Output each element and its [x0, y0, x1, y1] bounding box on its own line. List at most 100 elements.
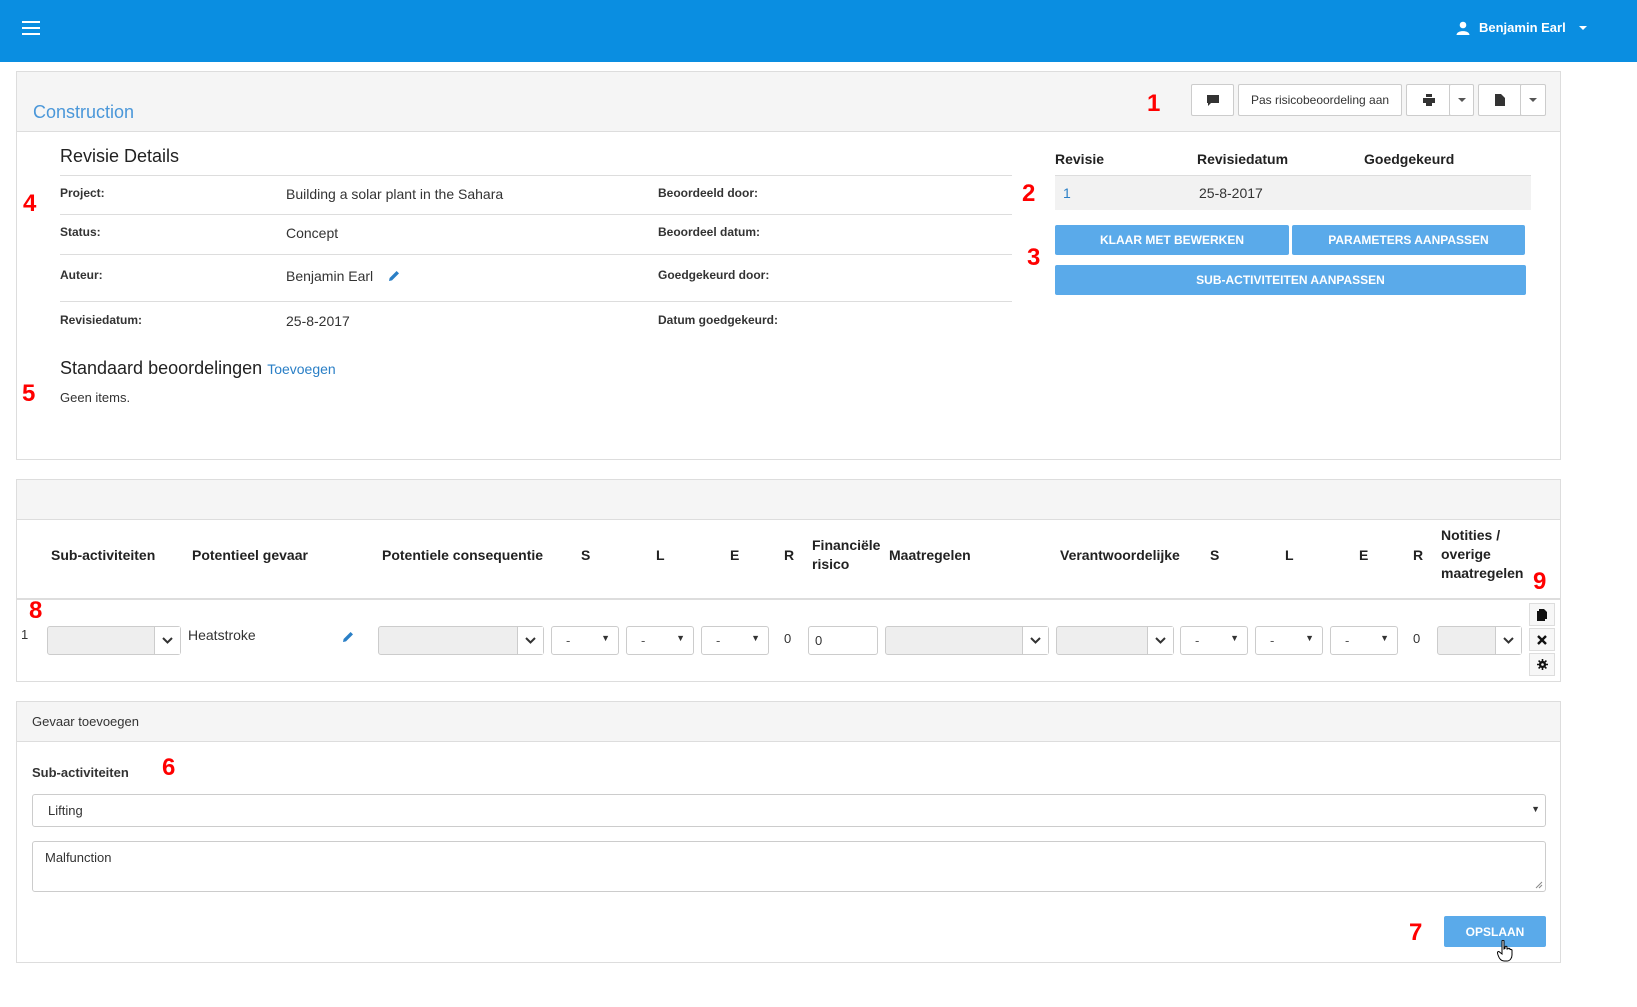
divider	[60, 254, 1012, 255]
beoordeeld-door-label: Beoordeeld door:	[658, 186, 759, 200]
print-button[interactable]	[1406, 84, 1451, 116]
sub-activity-dropdown[interactable]: Lifting ▼	[32, 794, 1546, 827]
divider	[60, 175, 1012, 176]
l-header: L	[656, 547, 665, 563]
verantwoordelijke-header: Verantwoordelijke	[1060, 547, 1180, 563]
financiele-risico-header: Financiële risico	[812, 536, 880, 574]
parameters-aanpassen-button[interactable]: PARAMETERS AANPASSEN	[1292, 225, 1525, 255]
document-button[interactable]	[1478, 84, 1522, 116]
chevron-down-icon	[162, 637, 173, 644]
annotation-8: 8	[29, 597, 43, 624]
goedgekeurd-header: Goedgekeurd	[1364, 151, 1455, 167]
print-options-dropdown[interactable]	[1449, 84, 1474, 116]
consequence-select[interactable]	[378, 626, 544, 655]
user-menu[interactable]: Benjamin Earl	[1456, 20, 1587, 35]
dropdown-arrow-icon: ▼	[676, 633, 685, 643]
measures-select[interactable]	[885, 626, 1049, 655]
chevron-down-icon	[1457, 98, 1466, 102]
save-button[interactable]: OPSLAAN	[1444, 916, 1546, 947]
r2-header: R	[1413, 547, 1424, 563]
revisie-header: Revisie	[1055, 151, 1105, 167]
user-icon	[1456, 21, 1470, 35]
e-select-value: -	[716, 633, 721, 648]
hazard-value: Heatstroke	[188, 627, 256, 643]
e2-select[interactable]: - ▼	[1330, 626, 1398, 655]
s-select[interactable]: - ▼	[551, 626, 619, 655]
header-divider	[17, 598, 1560, 600]
r-value: 0	[784, 631, 792, 646]
revision-panel: Construction Pas risicobeoordeling aan 1…	[16, 71, 1561, 460]
sub-activiteiten-aanpassen-button[interactable]: SUB-ACTIVITEITEN AANPASSEN	[1055, 265, 1526, 295]
e-header: E	[730, 547, 740, 563]
goedgekeurd-door-label: Goedgekeurd door:	[658, 268, 770, 282]
e-select[interactable]: - ▼	[701, 626, 769, 655]
document-options-dropdown[interactable]	[1520, 84, 1546, 116]
dropdown-arrow-icon: ▼	[751, 633, 760, 643]
row-settings-button[interactable]	[1529, 653, 1555, 676]
r-header: R	[784, 547, 795, 563]
beoordeel-datum-label: Beoordeel datum:	[658, 225, 761, 239]
l-select[interactable]: - ▼	[626, 626, 694, 655]
annotation-6: 6	[162, 754, 176, 781]
comment-button[interactable]	[1191, 84, 1234, 116]
sub-activity-select[interactable]	[47, 626, 181, 655]
copy-row-button[interactable]	[1529, 603, 1555, 626]
pencil-icon[interactable]	[342, 631, 354, 643]
chevron-down-icon	[1030, 637, 1041, 644]
pencil-icon[interactable]	[388, 270, 400, 282]
financial-risk-input[interactable]: 0	[808, 626, 878, 655]
row-number: 1	[21, 627, 29, 642]
hamburger-menu-icon[interactable]	[22, 21, 42, 37]
revision-row	[1055, 175, 1531, 210]
revisie-details-title: Revisie Details	[60, 146, 180, 166]
toevoegen-link[interactable]: Toevoegen	[267, 361, 336, 377]
revisiedatum-header: Revisiedatum	[1197, 151, 1289, 167]
gear-icon	[1536, 659, 1548, 670]
financiele-header-line2: risico	[812, 556, 850, 572]
dropdown-arrow-icon: ▼	[1531, 804, 1540, 814]
s2-select[interactable]: - ▼	[1180, 626, 1248, 655]
notities-header-line1: Notities /	[1441, 527, 1501, 543]
annotation-7: 7	[1409, 919, 1423, 946]
page-title: Construction	[33, 102, 135, 122]
notes-select[interactable]	[1437, 626, 1522, 655]
chevron-down-icon	[1529, 98, 1537, 102]
responsible-select[interactable]	[1056, 626, 1174, 655]
potentiele-consequentie-header: Potentiele consequentie	[382, 547, 544, 563]
auteur-value: Benjamin Earl	[286, 268, 374, 284]
printer-icon	[1422, 94, 1435, 106]
annotation-3: 3	[1027, 244, 1041, 271]
revisiedatum-value: 25-8-2017	[286, 313, 350, 329]
hazard-description-textarea[interactable]: Malfunction	[32, 841, 1546, 892]
resize-handle-icon[interactable]	[1535, 881, 1543, 889]
adjust-risk-assessment-button[interactable]: Pas risicobeoordeling aan	[1238, 84, 1402, 116]
revision-link[interactable]: 1	[1063, 185, 1071, 201]
annotation-9: 9	[1533, 568, 1547, 595]
annotation-2: 2	[1022, 180, 1036, 207]
dropdown-arrow-icon: ▼	[1305, 633, 1314, 643]
annotation-5: 5	[22, 380, 36, 407]
e2-header: E	[1359, 547, 1369, 563]
maatregelen-header: Maatregelen	[889, 547, 971, 563]
add-hazard-title: Gevaar toevoegen	[32, 714, 139, 729]
hand-cursor-icon	[1497, 940, 1513, 962]
panel-header: Gevaar toevoegen	[17, 702, 1560, 742]
sub-activity-dropdown-value: Lifting	[48, 803, 83, 818]
notities-header-line2: overige	[1441, 546, 1491, 562]
hazard-description-value: Malfunction	[45, 850, 112, 865]
user-name: Benjamin Earl	[1479, 20, 1566, 35]
l2-header: L	[1285, 547, 1294, 563]
datum-goedgekeurd-label: Datum goedgekeurd:	[658, 313, 779, 327]
notities-header-line3: maatregelen	[1441, 565, 1524, 581]
s2-select-value: -	[1195, 633, 1200, 648]
klaar-met-bewerken-button[interactable]: KLAAR MET BEWERKEN	[1055, 225, 1289, 255]
delete-row-button[interactable]	[1529, 628, 1555, 651]
dropdown-arrow-icon: ▼	[1230, 633, 1239, 643]
divider	[60, 301, 1012, 302]
e2-select-value: -	[1345, 633, 1350, 648]
copy-icon	[1536, 608, 1547, 621]
financiele-header-line1: Financiële	[812, 537, 881, 553]
add-hazard-panel: Gevaar toevoegen Sub-activiteiten 6 Lift…	[16, 701, 1561, 963]
s-select-value: -	[566, 633, 571, 648]
l2-select[interactable]: - ▼	[1255, 626, 1323, 655]
